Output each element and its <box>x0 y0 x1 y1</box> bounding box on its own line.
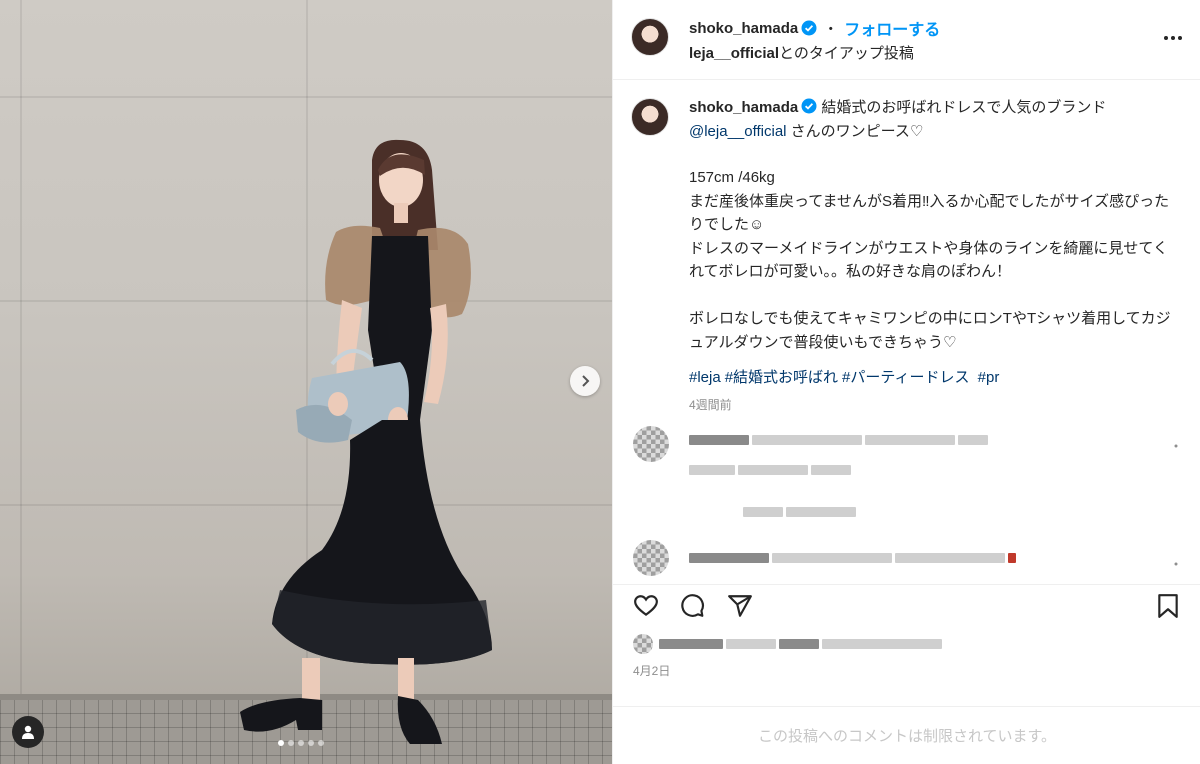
carousel-dot <box>288 740 294 746</box>
redacted-view-replies <box>743 504 859 522</box>
follow-button[interactable]: フォローする <box>844 16 940 40</box>
hashtag-link[interactable]: #結婚式お呼ばれ <box>725 369 838 386</box>
redacted-comment-text <box>689 432 991 450</box>
tagged-users-button[interactable] <box>12 716 44 748</box>
comment-avatar-redacted <box>633 540 669 576</box>
chevron-right-icon <box>582 375 590 387</box>
hashtag-link[interactable]: #pr <box>974 369 1000 386</box>
more-options-button[interactable] <box>1161 26 1185 50</box>
redacted-comment-meta <box>689 462 854 480</box>
verified-badge-icon <box>801 98 817 114</box>
hashtag-list: #leja #結婚式お呼ばれ #パーティードレス #pr <box>689 366 1179 390</box>
verified-badge-icon <box>801 20 817 36</box>
carousel-dot <box>298 740 304 746</box>
hashtag-link[interactable]: #パーティードレス <box>842 369 969 386</box>
comments-restricted-notice: この投稿へのコメントは制限されています。 <box>613 706 1200 764</box>
partner-link[interactable]: leja__official <box>689 45 779 62</box>
carousel-dot-active <box>278 740 284 746</box>
person-icon <box>22 725 34 739</box>
carousel-dot <box>318 740 324 746</box>
liked-by-redacted <box>633 634 945 654</box>
hashtag-link[interactable]: #leja <box>689 369 721 386</box>
post-media[interactable] <box>0 0 612 764</box>
caption-line2: さんのワンピース♡ <box>786 122 924 140</box>
post-action-bar <box>613 584 1200 624</box>
post-header: shoko_hamada ・ フォローする leja__officialとのタイ… <box>613 0 1200 80</box>
comment-avatar-redacted <box>633 426 669 462</box>
carousel-next-button[interactable] <box>570 366 600 396</box>
caption-timestamp: 4週間前 <box>689 397 732 412</box>
caption-body: shoko_hamada 結婚式のお呼ばれドレスで人気のブランド @leja__… <box>689 96 1179 417</box>
instagram-post-view: shoko_hamada ・ フォローする leja__officialとのタイ… <box>0 0 1200 764</box>
model-photo <box>240 139 492 744</box>
paid-partnership-label: leja__officialとのタイアップ投稿 <box>689 42 914 63</box>
bookmark-icon[interactable] <box>1155 593 1181 619</box>
more-horizontal-icon <box>1164 36 1182 40</box>
separator: ・ <box>823 20 839 38</box>
heart-icon[interactable] <box>633 593 659 619</box>
carousel-dot <box>308 740 314 746</box>
partner-suffix: とのタイアップ投稿 <box>779 45 914 62</box>
comment-like-icon[interactable] <box>1172 442 1180 450</box>
post-side-panel: shoko_hamada ・ フォローする leja__officialとのタイ… <box>612 0 1200 764</box>
author-username[interactable]: shoko_hamada <box>689 20 798 37</box>
redacted-comment-text <box>689 550 1019 568</box>
liker-avatar-redacted <box>633 634 653 654</box>
caption-text: 157cm /46kg まだ産後体重戻ってませんがS着用‼入るか心配でしたがサイ… <box>689 169 1171 351</box>
share-icon[interactable] <box>727 593 753 619</box>
mention-link[interactable]: @leja__official <box>689 123 787 140</box>
header-user-row: shoko_hamada ・ フォローする <box>689 16 940 40</box>
post-date: 4月2日 <box>633 664 671 678</box>
avatar[interactable] <box>631 18 669 56</box>
caption-line1: 結婚式のお呼ばれドレスで人気のブランド <box>821 99 1107 116</box>
caption-username[interactable]: shoko_hamada <box>689 99 798 116</box>
comment-icon[interactable] <box>679 593 705 619</box>
comment-like-icon[interactable] <box>1172 560 1180 568</box>
carousel-indicator <box>278 740 324 746</box>
caption-avatar[interactable] <box>631 98 669 136</box>
